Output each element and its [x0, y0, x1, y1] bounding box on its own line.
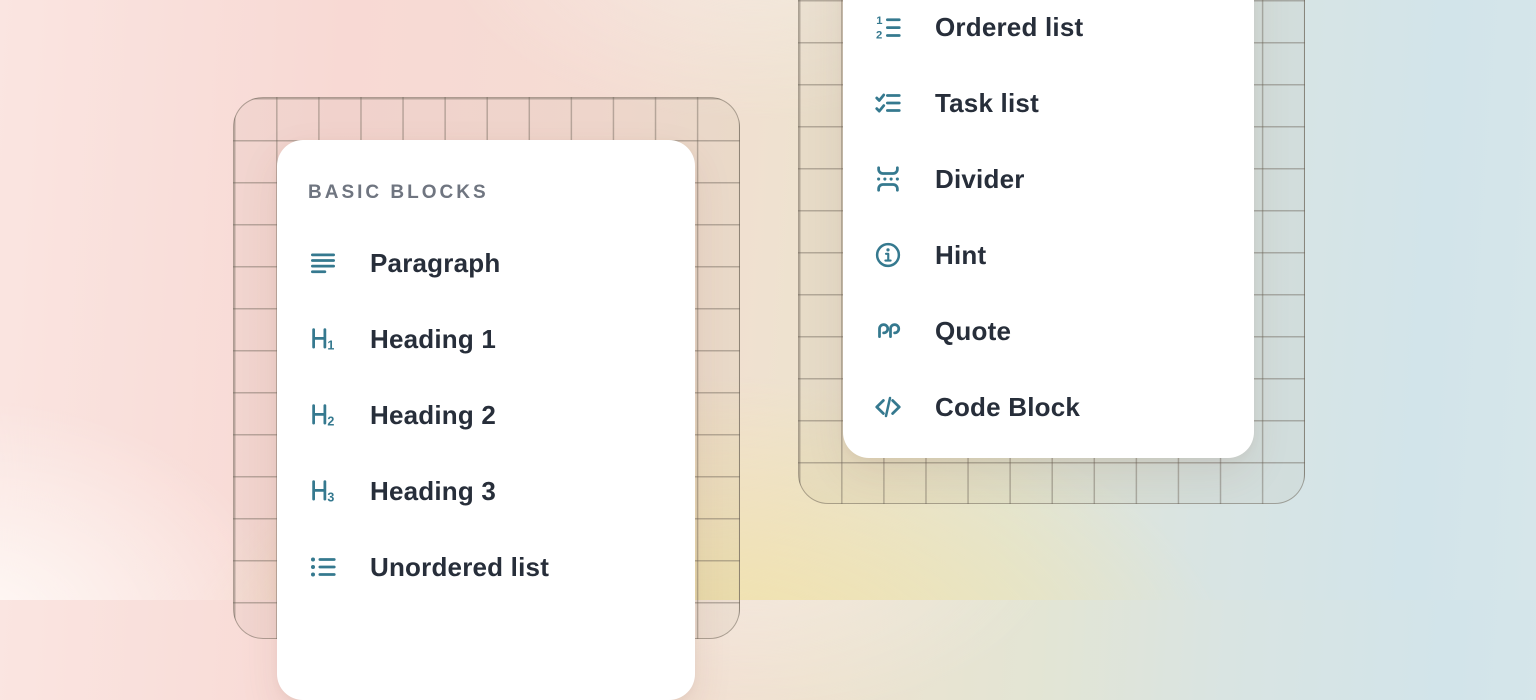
menu-item-ordered-list[interactable]: 12 Ordered list [873, 0, 1254, 65]
menu-item-label: Heading 3 [370, 476, 496, 506]
menu-item-task-list[interactable]: Task list [873, 65, 1254, 141]
hint-icon [873, 240, 903, 270]
menu-item-label: Task list [935, 88, 1039, 118]
paragraph-icon [308, 248, 338, 278]
menu-item-label: Heading 2 [370, 400, 496, 430]
menu-item-label: Paragraph [370, 248, 500, 278]
svg-text:3: 3 [327, 491, 334, 505]
menu-item-unordered-list[interactable]: Unordered list [308, 529, 695, 605]
menu-item-quote[interactable]: Quote [873, 293, 1254, 369]
menu-item-divider[interactable]: Divider [873, 141, 1254, 217]
svg-text:1: 1 [327, 339, 334, 353]
task-list-icon [873, 88, 903, 118]
basic-blocks-header: BASIC BLOCKS [308, 180, 695, 206]
menu-item-paragraph[interactable]: Paragraph [308, 225, 695, 301]
menu-item-label: Unordered list [370, 552, 549, 582]
menu-item-heading-3[interactable]: 3 Heading 3 [308, 453, 695, 529]
menu-item-label: Ordered list [935, 12, 1083, 42]
menu-item-code-block[interactable]: Code Block [873, 369, 1254, 445]
menu-item-label: Divider [935, 164, 1025, 194]
quote-icon [873, 316, 903, 346]
heading-3-icon: 3 [308, 476, 338, 506]
blocks-list-right: 12 Ordered list Task list [873, 0, 1254, 445]
divider-icon [873, 164, 903, 194]
menu-item-hint[interactable]: Hint [873, 217, 1254, 293]
blocks-menu-card-right: 12 Ordered list Task list [843, 0, 1254, 458]
menu-item-label: Heading 1 [370, 324, 496, 354]
basic-blocks-list: Paragraph 1 Heading 1 2 Heading 2 3 Head… [308, 225, 695, 605]
svg-text:1: 1 [876, 15, 882, 27]
ordered-list-icon: 12 [873, 12, 903, 42]
svg-text:2: 2 [876, 29, 882, 41]
heading-2-icon: 2 [308, 400, 338, 430]
unordered-list-icon [308, 552, 338, 582]
code-block-icon [873, 392, 903, 422]
menu-item-label: Hint [935, 240, 986, 270]
basic-blocks-menu-card: BASIC BLOCKS Paragraph 1 Heading 1 2 Hea… [277, 140, 695, 700]
svg-text:2: 2 [327, 415, 334, 429]
menu-item-heading-1[interactable]: 1 Heading 1 [308, 301, 695, 377]
menu-item-heading-2[interactable]: 2 Heading 2 [308, 377, 695, 453]
menu-item-label: Code Block [935, 392, 1080, 422]
heading-1-icon: 1 [308, 324, 338, 354]
menu-item-label: Quote [935, 316, 1011, 346]
